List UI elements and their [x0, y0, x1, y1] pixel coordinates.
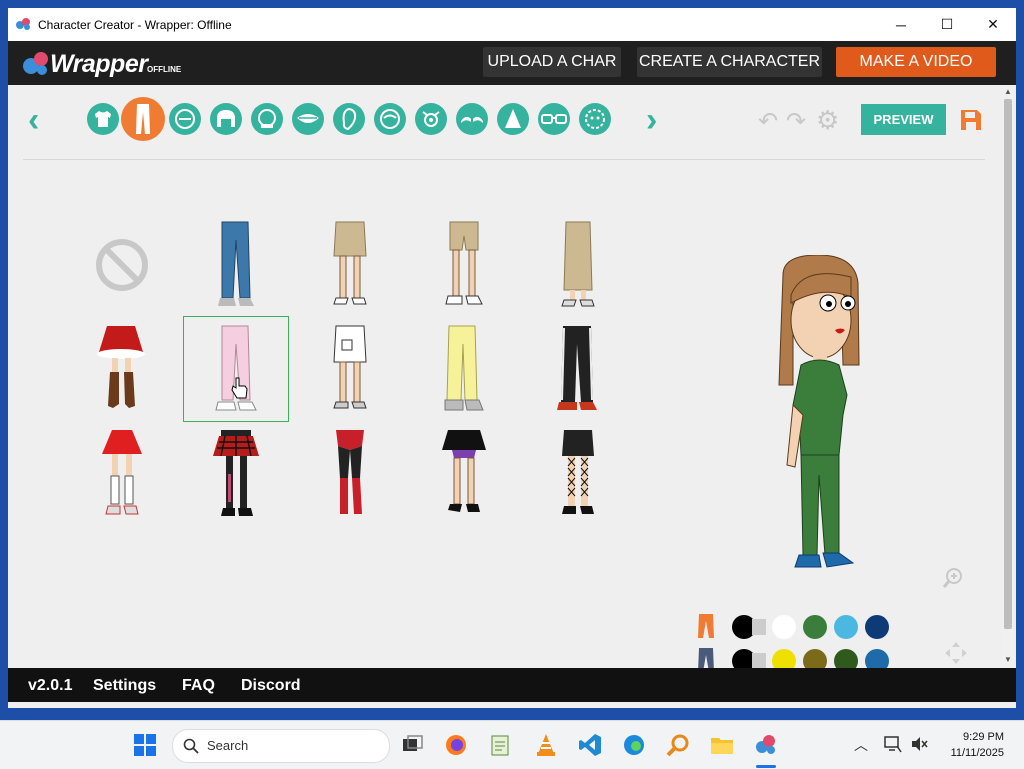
item-skirt-black-fishnet[interactable] [526, 421, 630, 525]
category-face-icon[interactable] [169, 103, 201, 135]
swatch-dropdown[interactable] [752, 619, 766, 635]
clock-date: 11/11/2025 [950, 747, 1004, 759]
item-pants-black-track[interactable] [526, 317, 630, 421]
category-ear-icon[interactable] [333, 103, 365, 135]
item-shorts-khaki[interactable] [412, 213, 516, 317]
swatch-dropdown-2[interactable] [752, 653, 766, 668]
category-head-icon[interactable] [251, 103, 283, 135]
hand-cursor-icon [231, 377, 248, 399]
taskbar-clock[interactable]: 9:29 PM 11/11/2025 [951, 729, 1004, 761]
category-eyes-icon[interactable] [415, 103, 447, 135]
wrapper-logo[interactable]: Wrapper OFFLINE [22, 46, 182, 80]
category-pants-icon[interactable] [121, 97, 165, 141]
category-shirt-icon[interactable] [87, 103, 119, 135]
minimize-button[interactable]: ─ [878, 8, 924, 41]
swatch-yellow[interactable] [772, 649, 796, 668]
character-creator-panel: ‹ › ↶ ↷ ⚙ PREVIEW [8, 85, 1001, 668]
windows-taskbar: Search ︿ 9:29 PM 11/11/2025 [0, 720, 1024, 769]
item-pants-pink[interactable] [183, 316, 289, 422]
scroll-up-icon[interactable]: ▲ [1004, 87, 1012, 96]
content-scrollbar[interactable]: ▲ ▼ [1001, 85, 1016, 668]
pants-secondary-color-icon [698, 648, 714, 668]
close-button[interactable]: ✕ [970, 8, 1016, 41]
swatch-dark-green[interactable] [834, 649, 858, 668]
category-toolbar: ‹ › ↶ ↷ ⚙ PREVIEW [8, 85, 1001, 157]
bottom-bar: v2.0.1 Settings FAQ Discord [8, 668, 1016, 702]
preview-button[interactable]: PREVIEW [861, 104, 946, 135]
app-window: Character Creator - Wrapper: Offline ─ ☐… [8, 8, 1016, 708]
tray-chevron-up-icon[interactable]: ︿ [854, 735, 868, 755]
item-skirt-khaki-long[interactable] [526, 213, 630, 317]
move-icon[interactable] [944, 641, 968, 665]
logo-bubbles-icon [23, 52, 48, 75]
make-video-button[interactable]: MAKE A VIDEO [836, 47, 996, 77]
search-placeholder: Search [207, 738, 249, 753]
item-none[interactable] [70, 213, 174, 317]
zoom-in-icon[interactable] [942, 567, 964, 589]
character-preview [778, 255, 860, 568]
item-pants-yellow[interactable] [412, 317, 516, 421]
undo-icon[interactable]: ↶ [758, 107, 778, 136]
item-tights-red-black[interactable] [298, 421, 402, 525]
edge-icon[interactable] [622, 733, 646, 757]
network-icon[interactable] [884, 735, 902, 753]
vlc-icon[interactable] [534, 733, 558, 757]
pants-color-icon [698, 614, 714, 638]
top-navigation: Wrapper OFFLINE UPLOAD A CHAR CREATE A C… [8, 41, 1016, 85]
swatch-green[interactable] [803, 615, 827, 639]
redo-icon[interactable]: ↷ [786, 107, 806, 136]
item-skirt-white[interactable] [298, 317, 402, 421]
magnifier-app-icon[interactable] [666, 733, 690, 757]
vscode-icon[interactable] [578, 733, 602, 757]
faq-link[interactable]: FAQ [182, 677, 215, 695]
swatch-olive[interactable] [803, 649, 827, 668]
logo-text: Wrapper [50, 50, 148, 78]
previous-category-arrow-icon[interactable]: ‹ [28, 101, 39, 140]
category-hair-icon[interactable] [210, 103, 242, 135]
category-nose-icon[interactable] [497, 103, 529, 135]
discord-link[interactable]: Discord [241, 677, 301, 695]
scrollbar-thumb[interactable] [1004, 99, 1012, 629]
swatch-navy[interactable] [865, 615, 889, 639]
maximize-button[interactable]: ☐ [924, 8, 970, 41]
item-skirt-santa[interactable] [70, 317, 174, 421]
swatch-light-blue[interactable] [834, 615, 858, 639]
settings-gear-icon[interactable]: ⚙ [816, 105, 839, 136]
item-skirt-black-purple[interactable] [412, 421, 516, 525]
volume-muted-icon[interactable] [910, 735, 928, 753]
windows-start-icon[interactable] [133, 733, 157, 757]
firefox-icon[interactable] [444, 733, 468, 757]
wrapper-app-icon [16, 18, 30, 30]
clock-time: 9:29 PM [963, 731, 1004, 743]
settings-link[interactable]: Settings [93, 677, 156, 695]
file-explorer-icon[interactable] [710, 733, 734, 757]
item-skirt-khaki-short[interactable] [298, 213, 402, 317]
swatch-white[interactable] [772, 615, 796, 639]
taskbar-search-box[interactable]: Search [172, 729, 390, 763]
upload-char-button[interactable]: UPLOAD A CHAR [483, 47, 621, 77]
item-skirt-red[interactable] [70, 421, 174, 525]
logo-subtext: OFFLINE [147, 65, 182, 74]
version-label: v2.0.1 [28, 677, 73, 694]
category-glasses-icon[interactable] [538, 103, 570, 135]
item-skirt-plaid-punk[interactable] [184, 421, 288, 525]
task-view-icon[interactable] [400, 733, 424, 757]
category-accessories-icon[interactable] [579, 103, 611, 135]
window-titlebar: Character Creator - Wrapper: Offline ─ ☐… [8, 8, 1016, 41]
wrapper-taskbar-icon[interactable] [754, 733, 778, 757]
item-jeans-blue[interactable] [184, 213, 288, 317]
none-icon [96, 239, 148, 291]
save-icon[interactable] [960, 109, 982, 131]
notepad-icon[interactable] [489, 733, 513, 757]
category-face-shape-icon[interactable] [374, 103, 406, 135]
category-mouth-icon[interactable] [292, 103, 324, 135]
scroll-down-icon[interactable]: ▼ [1004, 655, 1012, 664]
create-character-button[interactable]: CREATE A CHARACTER [637, 47, 822, 77]
toolbar-divider [23, 159, 985, 160]
next-category-arrow-icon[interactable]: › [646, 101, 657, 140]
search-icon [183, 738, 199, 754]
swatch-blue[interactable] [865, 649, 889, 668]
window-title: Character Creator - Wrapper: Offline [38, 18, 232, 32]
category-eyebrows-icon[interactable] [456, 103, 488, 135]
